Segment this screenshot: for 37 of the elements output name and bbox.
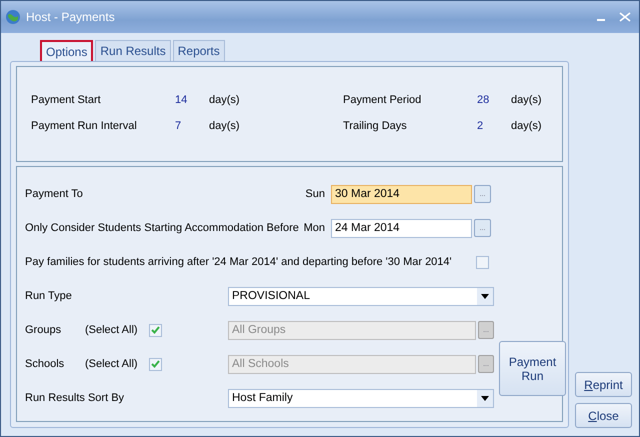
field-label: Groups xyxy=(25,324,62,336)
date-field[interactable]: 30 Mar 2014 xyxy=(331,184,472,204)
dropdown-field[interactable]: Host Family xyxy=(228,388,494,408)
select-all-label: (Select All) xyxy=(85,324,139,336)
weekday-label: Mon xyxy=(304,222,325,234)
unit-label: day(s) xyxy=(511,94,543,106)
option-label: Pay families for students arriving after '24 Mar 2014' and departing before '30 Mar 2014' xyxy=(25,256,452,268)
window-title: Host - Payments xyxy=(26,10,116,24)
unit-label: day(s) xyxy=(511,120,543,132)
setting-value: 7 xyxy=(174,120,182,132)
checkbox[interactable] xyxy=(476,256,489,268)
unit-label: day(s) xyxy=(209,94,241,106)
field-label: Only Consider Students Starting Accommodation Before xyxy=(25,222,299,234)
dropdown-field[interactable]: PROVISIONAL xyxy=(228,286,494,306)
side-button[interactable]: Close xyxy=(575,403,632,428)
tab[interactable]: Options xyxy=(40,40,94,61)
setting-value: 28 xyxy=(476,94,490,106)
unit-label: day(s) xyxy=(209,120,241,132)
field-label: Run Type xyxy=(25,290,72,302)
tab[interactable]: Run Results xyxy=(95,40,171,61)
side-button[interactable]: Reprint xyxy=(575,372,632,397)
field-label: Schools xyxy=(25,358,66,370)
field-label: Run Results Sort By xyxy=(25,392,124,404)
setting-label: Payment Run Interval xyxy=(31,120,138,132)
select-all-label: (Select All) xyxy=(85,358,139,370)
tab[interactable]: Reports xyxy=(172,40,225,61)
payment-run-button[interactable]: Payment Run xyxy=(499,341,566,396)
setting-value: 14 xyxy=(174,94,188,106)
setting-label: Trailing Days xyxy=(343,120,408,132)
field-label: Payment To xyxy=(25,188,83,200)
setting-label: Payment Start xyxy=(31,94,102,106)
date-field[interactable]: 24 Mar 2014 xyxy=(331,218,472,238)
weekday-label: Sun xyxy=(305,188,325,200)
setting-value: 2 xyxy=(476,120,484,132)
setting-label: Payment Period xyxy=(343,94,422,106)
globe-icon xyxy=(5,9,21,25)
close-icon[interactable] xyxy=(619,12,631,22)
